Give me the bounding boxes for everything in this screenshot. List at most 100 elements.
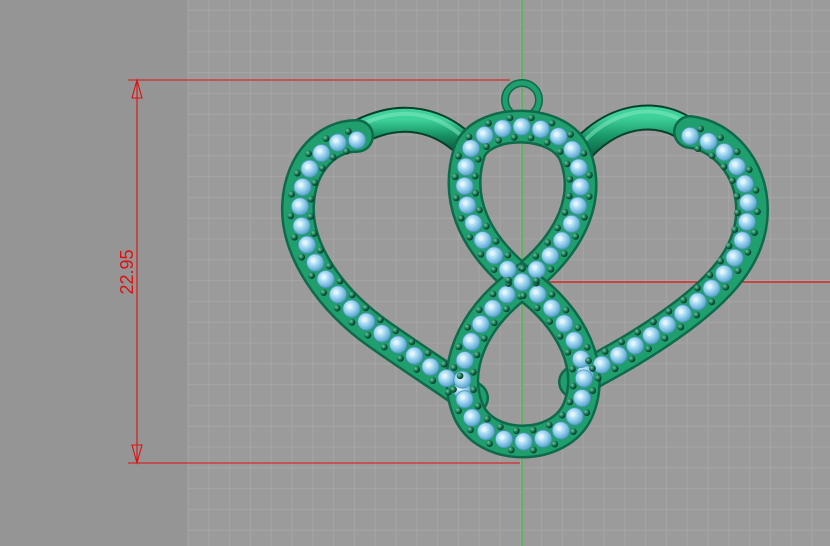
setting-prong [661, 334, 669, 342]
setting-prong [556, 332, 564, 340]
pave-stone [551, 421, 570, 440]
setting-prong [308, 272, 316, 280]
setting-prong [486, 440, 493, 447]
setting-prong [480, 334, 488, 342]
stone-glint [630, 340, 636, 347]
setting-prong [504, 276, 512, 284]
pave-stone [328, 285, 347, 304]
setting-prong [574, 324, 582, 331]
setting-prong [477, 250, 485, 258]
setting-prong [307, 213, 315, 220]
dimension-value-label[interactable]: 22.95 [117, 249, 137, 294]
stone-glint [502, 289, 508, 296]
setting-prong [545, 421, 553, 429]
stone-glint [476, 319, 482, 325]
pave-stone [342, 299, 361, 318]
setting-prong [554, 224, 561, 232]
setting-prong [456, 372, 464, 380]
setting-prong [734, 267, 742, 275]
setting-prong [455, 343, 463, 351]
stone-glint [296, 221, 303, 227]
pave-stone [494, 430, 513, 449]
setting-prong [548, 119, 556, 127]
stone-glint [538, 434, 544, 440]
setting-prong [752, 186, 760, 194]
setting-prong [556, 148, 564, 155]
setting-prong [325, 262, 333, 270]
cad-viewport[interactable]: 22.95 [0, 0, 830, 546]
setting-prong [492, 237, 500, 245]
setting-prong [470, 386, 477, 393]
pave-stone [563, 140, 582, 159]
pave-stone [292, 216, 311, 235]
setting-prong [585, 357, 592, 364]
setting-prong [502, 305, 510, 313]
stone-glint [377, 328, 383, 334]
stone-glint [547, 303, 553, 309]
viewport-canvas[interactable]: 22.95 [0, 0, 830, 546]
setting-prong [475, 306, 483, 314]
stone-glint [459, 181, 466, 187]
setting-prong [506, 114, 514, 122]
pave-stone [455, 390, 474, 409]
pave-stone [512, 117, 531, 136]
stone-glint [393, 339, 399, 346]
pave-stone [514, 432, 533, 451]
stone-glint [597, 360, 603, 366]
setting-prong [733, 192, 741, 200]
stone-glint [481, 426, 487, 432]
setting-prong [560, 250, 568, 258]
pave-stone [658, 315, 677, 334]
pave-stone [727, 157, 746, 176]
setting-prong [529, 426, 537, 434]
pave-stone [475, 126, 494, 145]
pave-stone [733, 231, 752, 250]
setting-prong [440, 360, 448, 368]
setting-prong [288, 190, 295, 198]
stone-glint [732, 161, 738, 168]
setting-prong [450, 364, 458, 372]
setting-prong [504, 251, 512, 259]
pave-stone [569, 158, 588, 177]
stone-glint [559, 318, 565, 325]
setting-prong [697, 125, 704, 133]
pave-stone [725, 248, 744, 267]
setting-prong [452, 194, 460, 202]
setting-prong [318, 164, 326, 172]
stone-glint [497, 123, 504, 130]
setting-prong [527, 114, 535, 122]
setting-prong [512, 427, 520, 435]
stone-glint [662, 320, 668, 326]
setting-prong [745, 166, 753, 174]
stone-glint [569, 335, 575, 342]
stone-glint [719, 269, 725, 275]
pave-stone [555, 314, 574, 333]
setting-prong [533, 304, 541, 312]
setting-prong [465, 133, 473, 141]
stone-glint [316, 148, 322, 154]
setting-prong [532, 277, 540, 284]
stone-glint [499, 434, 505, 440]
setting-prong [471, 172, 479, 180]
stone-glint [297, 182, 304, 188]
setting-prong [464, 323, 471, 331]
setting-prong [429, 377, 437, 385]
setting-prong [497, 423, 504, 431]
pave-stone [542, 299, 561, 318]
setting-prong [490, 266, 498, 273]
setting-prong [567, 131, 574, 138]
setting-prong [665, 307, 673, 315]
setting-prong [650, 318, 657, 326]
pave-stone [372, 324, 391, 343]
stone-glint [518, 436, 525, 443]
setting-prong [611, 365, 619, 373]
pave-stone [306, 253, 325, 272]
setting-prong [580, 213, 588, 221]
pave-stone [735, 174, 754, 193]
stone-glint [570, 411, 576, 417]
stone-glint [468, 218, 474, 224]
setting-prong [475, 206, 483, 214]
setting-prong [572, 232, 580, 240]
pave-stone [455, 351, 474, 370]
stone-glint [574, 162, 580, 169]
